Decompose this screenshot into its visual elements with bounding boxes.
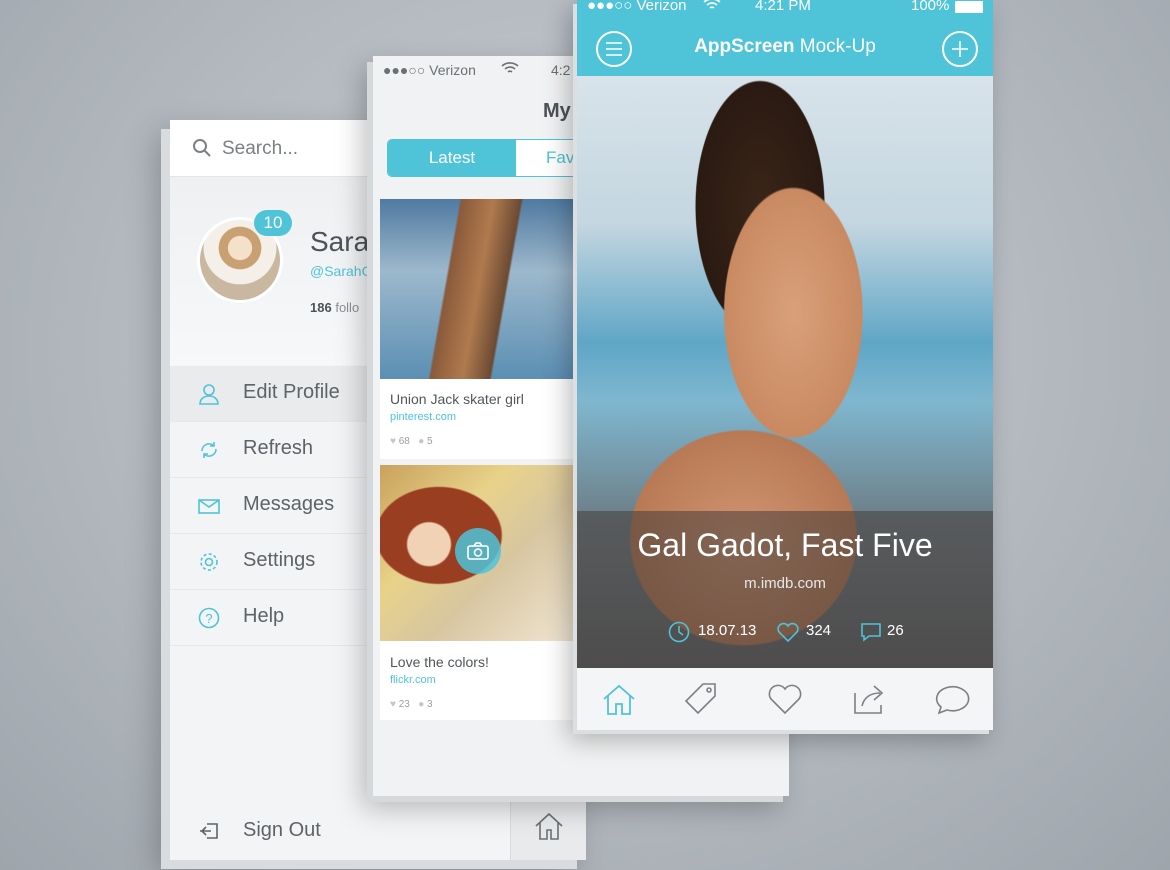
sign-out-label: Sign Out	[243, 819, 321, 841]
search-icon	[192, 138, 212, 158]
feed-title: My	[543, 100, 571, 122]
comment-count: 26	[887, 622, 904, 639]
tag-icon[interactable]	[681, 679, 721, 719]
tab-latest[interactable]: Latest	[388, 140, 516, 176]
home-icon[interactable]	[599, 679, 639, 719]
photo-date: 18.07.13	[698, 622, 757, 639]
app-title-bold: AppScreen	[694, 36, 795, 57]
comment-count: 5	[427, 436, 433, 447]
sign-out-button[interactable]: Sign Out	[170, 804, 510, 860]
photo-caption: Gal Gadot, Fast Five	[637, 527, 933, 563]
menu-item-label: Refresh	[243, 437, 314, 459]
menu-item-label: Edit Profile	[243, 381, 340, 403]
card-meta: ♥ 68 ● 5	[390, 436, 433, 447]
battery-percent: 100%	[911, 0, 950, 14]
heart-icon: ♥	[390, 699, 396, 710]
comment-icon[interactable]	[859, 621, 883, 643]
envelope-icon	[198, 495, 220, 517]
feed-card[interactable]: Union Jack skater girl pinterest.com ♥ 6…	[380, 199, 576, 459]
feed-status-bar: ●●●○○ Verizon 4:2	[383, 62, 570, 78]
refresh-icon	[198, 439, 220, 461]
notification-badge: 10	[254, 210, 292, 236]
status-time: 4:21 PM	[755, 0, 811, 14]
user-icon	[198, 383, 220, 405]
sign-out-icon	[198, 820, 220, 842]
plus-icon	[952, 41, 968, 57]
card-title: Love the colors!	[390, 654, 489, 670]
svg-text:?: ?	[205, 611, 212, 626]
wifi-icon	[703, 0, 721, 11]
profile-handle: @SarahC	[310, 263, 372, 279]
wifi-icon	[501, 61, 519, 75]
detail-screen: ●●●○○ Verizon 4:21 PM 100% AppScreen Moc…	[577, 0, 993, 730]
battery-icon	[955, 1, 983, 13]
camera-icon	[467, 541, 489, 561]
carrier-label: ●●●○○ Verizon	[587, 0, 687, 14]
home-tab[interactable]	[510, 792, 586, 860]
menu-item-label: Messages	[243, 493, 335, 515]
app-title: AppScreen Mock-Up	[577, 36, 993, 58]
card-source-link[interactable]: pinterest.com	[390, 411, 456, 423]
comment-icon[interactable]	[935, 679, 975, 719]
photo-source[interactable]: m.imdb.com	[577, 575, 993, 592]
card-photo[interactable]	[380, 199, 576, 379]
card-photo[interactable]	[380, 465, 576, 641]
carrier-label: ●●●○○ Verizon	[383, 62, 476, 78]
profile-followers: 186 follo	[310, 300, 359, 315]
like-count: 324	[806, 622, 832, 639]
like-count: 68	[398, 436, 410, 447]
heart-icon[interactable]	[765, 679, 805, 719]
card-source-link[interactable]: flickr.com	[390, 674, 436, 686]
followers-count: 186	[310, 300, 332, 315]
clock-icon	[668, 621, 690, 643]
comment-icon: ●	[418, 436, 425, 447]
profile-name: Saral	[310, 226, 376, 257]
comment-icon: ●	[418, 699, 425, 710]
status-time: 4:2	[551, 62, 571, 78]
add-button[interactable]	[942, 31, 978, 67]
feed-card[interactable]: Love the colors! flickr.com ♥ 23 ● 3	[380, 465, 576, 720]
heart-icon[interactable]	[776, 621, 800, 643]
camera-button[interactable]	[455, 528, 501, 574]
card-title: Union Jack skater girl	[390, 391, 524, 407]
tab-bar	[577, 668, 993, 730]
app-title-rest: Mock-Up	[794, 36, 876, 57]
comment-count: 3	[427, 699, 433, 710]
home-icon	[533, 810, 565, 842]
share-icon[interactable]	[850, 679, 890, 719]
menu-item-label: Settings	[243, 549, 316, 571]
help-icon: ?	[198, 607, 220, 629]
heart-icon: ♥	[390, 436, 396, 447]
search-input[interactable]: Search...	[222, 138, 298, 160]
menu-item-label: Help	[243, 605, 285, 627]
gear-icon	[198, 551, 220, 573]
followers-label: follo	[335, 300, 360, 315]
like-count: 23	[398, 699, 410, 710]
card-meta: ♥ 23 ● 3	[390, 699, 433, 710]
